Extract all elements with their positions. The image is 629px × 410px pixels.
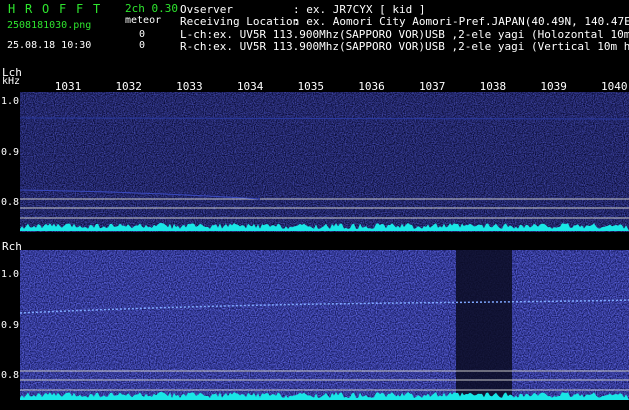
dropout-band <box>456 250 512 400</box>
spectrogram-panels <box>19 92 629 400</box>
lch-spectrogram <box>19 92 629 232</box>
rch-spectrogram <box>19 250 629 400</box>
